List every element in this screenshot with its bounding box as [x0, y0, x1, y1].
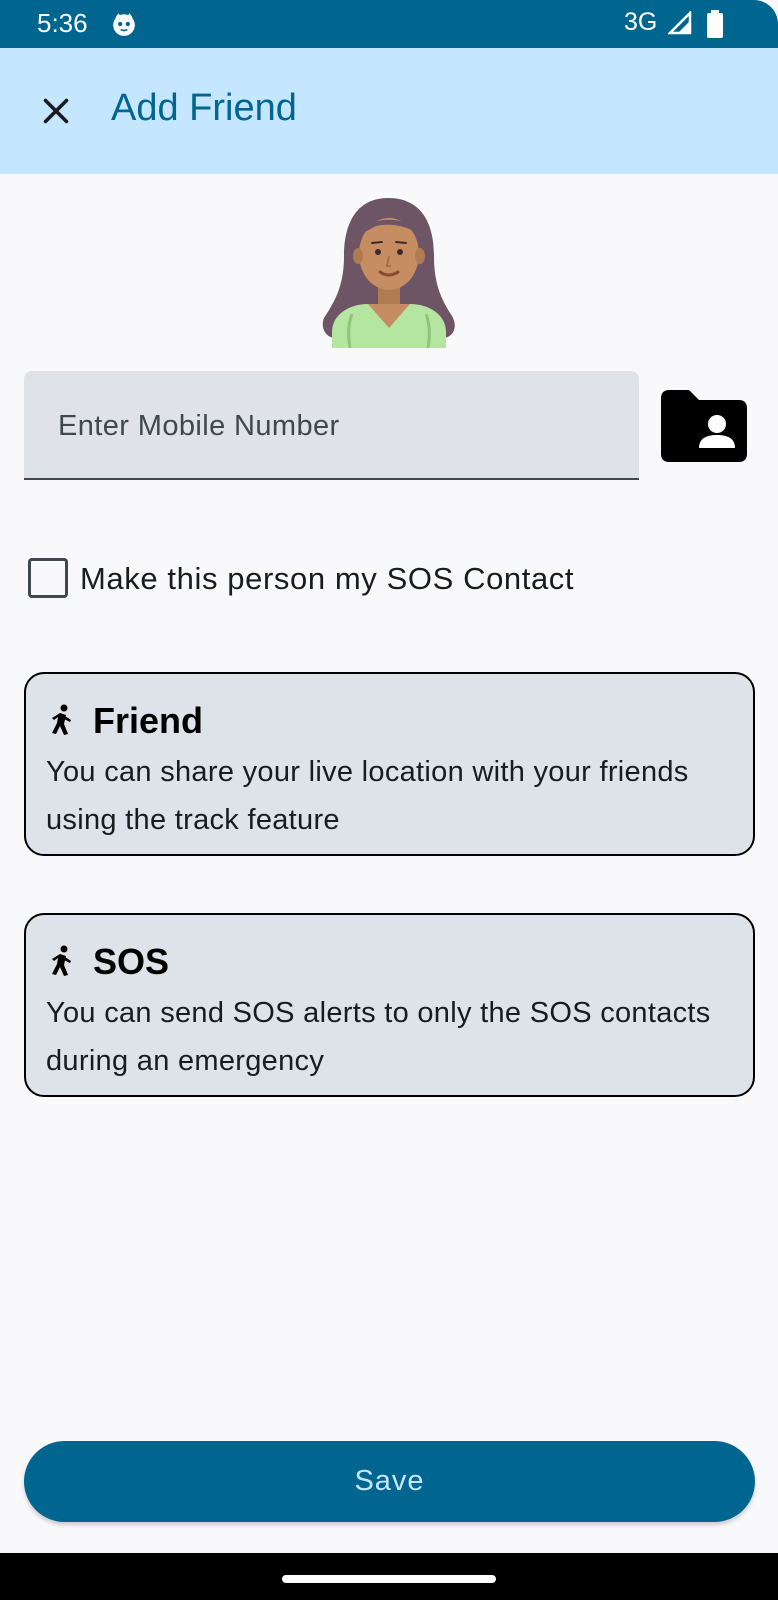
sos-contact-checkbox[interactable]	[28, 558, 68, 598]
mobile-number-input[interactable]	[56, 401, 620, 451]
running-person-icon	[52, 704, 71, 735]
sos-card-description: You can send SOS alerts to only the SOS …	[46, 997, 711, 1077]
save-button[interactable]: Save	[24, 1441, 755, 1522]
status-time: 5:36	[37, 8, 88, 38]
friend-info-card: Friend You can share your live location …	[24, 672, 755, 856]
page-title: Add Friend	[111, 87, 297, 129]
cat-notification-icon	[113, 13, 135, 36]
status-bar: 5:36 3G	[0, 0, 778, 48]
battery-icon	[707, 10, 723, 38]
network-type: 3G	[624, 8, 658, 36]
navigation-bar	[0, 1553, 778, 1600]
close-icon[interactable]	[38, 93, 74, 129]
sos-contact-checkbox-label[interactable]: Make this person my SOS Contact	[80, 561, 574, 597]
avatar-woman-illustration	[322, 198, 455, 348]
contacts-folder-icon[interactable]	[661, 390, 747, 462]
signal-icon	[668, 11, 692, 35]
home-gesture-handle[interactable]	[282, 1575, 496, 1583]
mobile-number-field[interactable]	[24, 371, 639, 480]
sos-info-card: SOS You can send SOS alerts to only the …	[24, 913, 755, 1097]
sos-card-title: SOS	[93, 941, 170, 982]
friend-card-description: You can share your live location with yo…	[46, 756, 689, 836]
friend-card-title: Friend	[93, 700, 204, 741]
running-person-icon	[52, 945, 71, 976]
